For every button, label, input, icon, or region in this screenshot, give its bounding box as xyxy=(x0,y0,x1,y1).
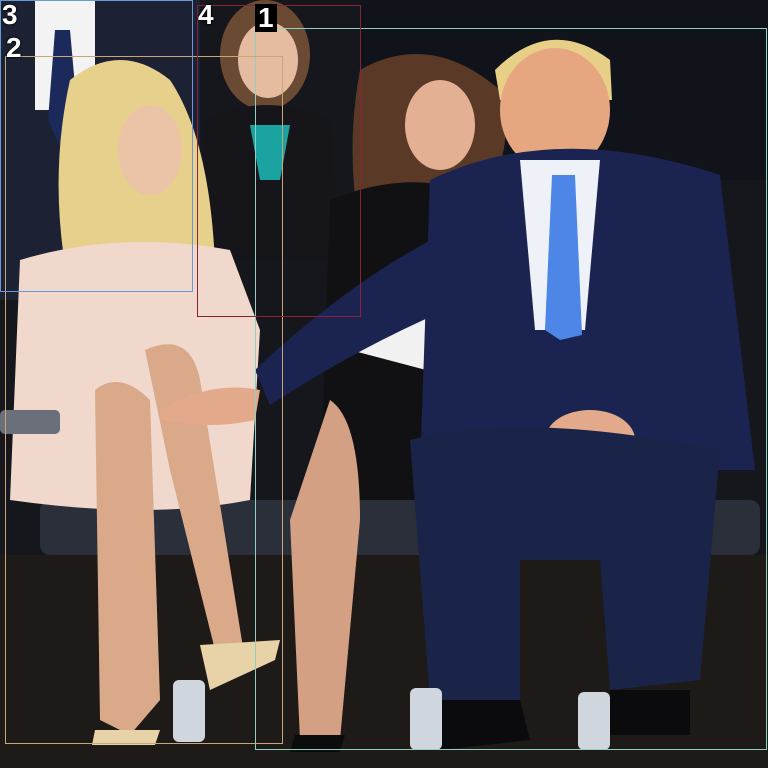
annotation-box-4 xyxy=(197,5,361,317)
annotation-label-2: 2 xyxy=(6,32,22,63)
annotation-label-4: 4 xyxy=(198,0,214,30)
annotation-box-3 xyxy=(0,0,193,292)
photo-canvas: 1 2 3 4 xyxy=(0,0,768,768)
annotation-label-3: 3 xyxy=(2,0,18,30)
annotation-label-1: 1 xyxy=(255,4,277,32)
